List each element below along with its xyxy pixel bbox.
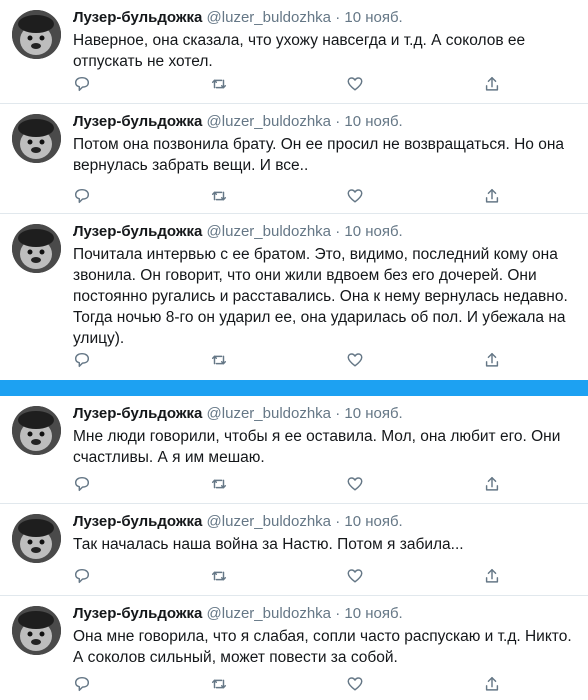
tweet-text: Она мне говорила, что я слабая, сопли ча… bbox=[73, 628, 572, 666]
tweet-content: Лузер-бульдожка @luzer_buldozhka · 10 но… bbox=[73, 604, 578, 668]
tweet-item[interactable]: Лузер-бульдожка @luzer_buldozhka · 10 но… bbox=[0, 104, 588, 214]
tweet-header: Лузер-бульдожка @luzer_buldozhka · 10 но… bbox=[73, 512, 578, 532]
author-handle[interactable]: @luzer_buldozhka bbox=[207, 513, 331, 530]
separator-dot: · bbox=[335, 223, 341, 240]
author-handle[interactable]: @luzer_buldozhka bbox=[207, 113, 331, 130]
tweet-feed: mash на мойке Лузер-бульдожка @luzer_bul… bbox=[0, 0, 588, 700]
retweet-icon[interactable] bbox=[209, 674, 229, 694]
like-icon[interactable] bbox=[345, 566, 365, 586]
tweet-text: Так началась наша война за Настю. Потом … bbox=[73, 536, 464, 553]
tweet-timestamp[interactable]: 10 нояб. bbox=[344, 223, 402, 240]
tweet-timestamp[interactable]: 10 нояб. bbox=[344, 9, 402, 26]
tweet-content: Лузер-бульдожка @luzer_buldozhka · 10 но… bbox=[73, 512, 578, 555]
tweet-timestamp[interactable]: 10 нояб. bbox=[344, 605, 402, 622]
avatar[interactable] bbox=[12, 114, 61, 163]
tweet-item[interactable]: Лузер-бульдожка @luzer_buldozhka · 10 но… bbox=[0, 214, 588, 380]
tweet-timestamp[interactable]: 10 нояб. bbox=[344, 113, 402, 130]
tweet-content: Лузер-бульдожка @luzer_buldozhka · 10 но… bbox=[73, 8, 578, 72]
author-handle[interactable]: @luzer_buldozhka bbox=[207, 405, 331, 422]
like-icon[interactable] bbox=[345, 674, 365, 694]
author-name[interactable]: Лузер-бульдожка bbox=[73, 513, 202, 530]
reply-icon[interactable] bbox=[72, 186, 92, 206]
section-divider-bar bbox=[0, 380, 588, 396]
author-name[interactable]: Лузер-бульдожка bbox=[73, 9, 202, 26]
share-icon[interactable] bbox=[482, 566, 502, 586]
author-handle[interactable]: @luzer_buldozhka bbox=[207, 223, 331, 240]
avatar[interactable] bbox=[12, 406, 61, 455]
author-handle[interactable]: @luzer_buldozhka bbox=[207, 9, 331, 26]
tweet-content: Лузер-бульдожка @luzer_buldozhka · 10 но… bbox=[73, 222, 578, 349]
reply-icon[interactable] bbox=[72, 566, 92, 586]
tweet-text: Мне люди говорили, чтобы я ее оставила. … bbox=[73, 428, 561, 466]
reply-icon[interactable] bbox=[72, 674, 92, 694]
avatar[interactable] bbox=[12, 514, 61, 563]
like-icon[interactable] bbox=[345, 186, 365, 206]
author-name[interactable]: Лузер-бульдожка bbox=[73, 223, 202, 240]
separator-dot: · bbox=[335, 9, 341, 26]
share-icon[interactable] bbox=[482, 474, 502, 494]
retweet-icon[interactable] bbox=[209, 186, 229, 206]
tweet-timestamp[interactable]: 10 нояб. bbox=[344, 513, 402, 530]
author-name[interactable]: Лузер-бульдожка bbox=[73, 405, 202, 422]
separator-dot: · bbox=[335, 605, 341, 622]
tweet-header: Лузер-бульдожка @luzer_buldozhka · 10 но… bbox=[73, 222, 578, 242]
separator-dot: · bbox=[335, 405, 341, 422]
avatar[interactable] bbox=[12, 10, 61, 59]
tweet-text: Потом она позвонила брату. Он ее просил … bbox=[73, 136, 565, 174]
retweet-icon[interactable] bbox=[209, 350, 229, 370]
tweet-text: Почитала интервью с ее братом. Это, види… bbox=[73, 246, 568, 347]
share-icon[interactable] bbox=[482, 186, 502, 206]
tweet-actions bbox=[72, 566, 502, 586]
avatar[interactable] bbox=[12, 224, 61, 273]
share-icon[interactable] bbox=[482, 350, 502, 370]
tweet-actions bbox=[72, 186, 502, 206]
separator-dot: · bbox=[335, 513, 341, 530]
like-icon[interactable] bbox=[345, 350, 365, 370]
tweet-content: Лузер-бульдожка @luzer_buldozhka · 10 но… bbox=[73, 404, 578, 468]
reply-icon[interactable] bbox=[72, 474, 92, 494]
author-name[interactable]: Лузер-бульдожка bbox=[73, 605, 202, 622]
retweet-icon[interactable] bbox=[209, 74, 229, 94]
tweet-header: Лузер-бульдожка @luzer_buldozhka · 10 но… bbox=[73, 604, 578, 624]
tweet-header: Лузер-бульдожка @luzer_buldozhka · 10 но… bbox=[73, 112, 578, 132]
tweet-item[interactable]: Лузер-бульдожка @luzer_buldozhka · 10 но… bbox=[0, 396, 588, 504]
tweet-header: Лузер-бульдожка @luzer_buldozhka · 10 но… bbox=[73, 404, 578, 424]
tweet-actions bbox=[72, 674, 502, 694]
reply-icon[interactable] bbox=[72, 350, 92, 370]
retweet-icon[interactable] bbox=[209, 474, 229, 494]
like-icon[interactable] bbox=[345, 474, 365, 494]
author-name[interactable]: Лузер-бульдожка bbox=[73, 113, 202, 130]
tweet-actions bbox=[72, 350, 502, 370]
tweet-item[interactable]: Лузер-бульдожка @luzer_buldozhka · 10 но… bbox=[0, 0, 588, 104]
tweet-item[interactable]: Лузер-бульдожка @luzer_buldozhka · 10 но… bbox=[0, 596, 588, 700]
tweet-actions bbox=[72, 474, 502, 494]
separator-dot: · bbox=[335, 113, 341, 130]
reply-icon[interactable] bbox=[72, 74, 92, 94]
share-icon[interactable] bbox=[482, 74, 502, 94]
tweet-content: Лузер-бульдожка @luzer_buldozhka · 10 но… bbox=[73, 112, 578, 176]
tweet-item[interactable]: Лузер-бульдожка @luzer_buldozhka · 10 но… bbox=[0, 504, 588, 596]
like-icon[interactable] bbox=[345, 74, 365, 94]
tweet-timestamp[interactable]: 10 нояб. bbox=[344, 405, 402, 422]
tweet-text: Наверное, она сказала, что ухожу навсегд… bbox=[73, 32, 526, 70]
tweet-header: Лузер-бульдожка @luzer_buldozhka · 10 но… bbox=[73, 8, 578, 28]
tweet-actions bbox=[72, 74, 502, 94]
retweet-icon[interactable] bbox=[209, 566, 229, 586]
avatar[interactable] bbox=[12, 606, 61, 655]
share-icon[interactable] bbox=[482, 674, 502, 694]
author-handle[interactable]: @luzer_buldozhka bbox=[207, 605, 331, 622]
